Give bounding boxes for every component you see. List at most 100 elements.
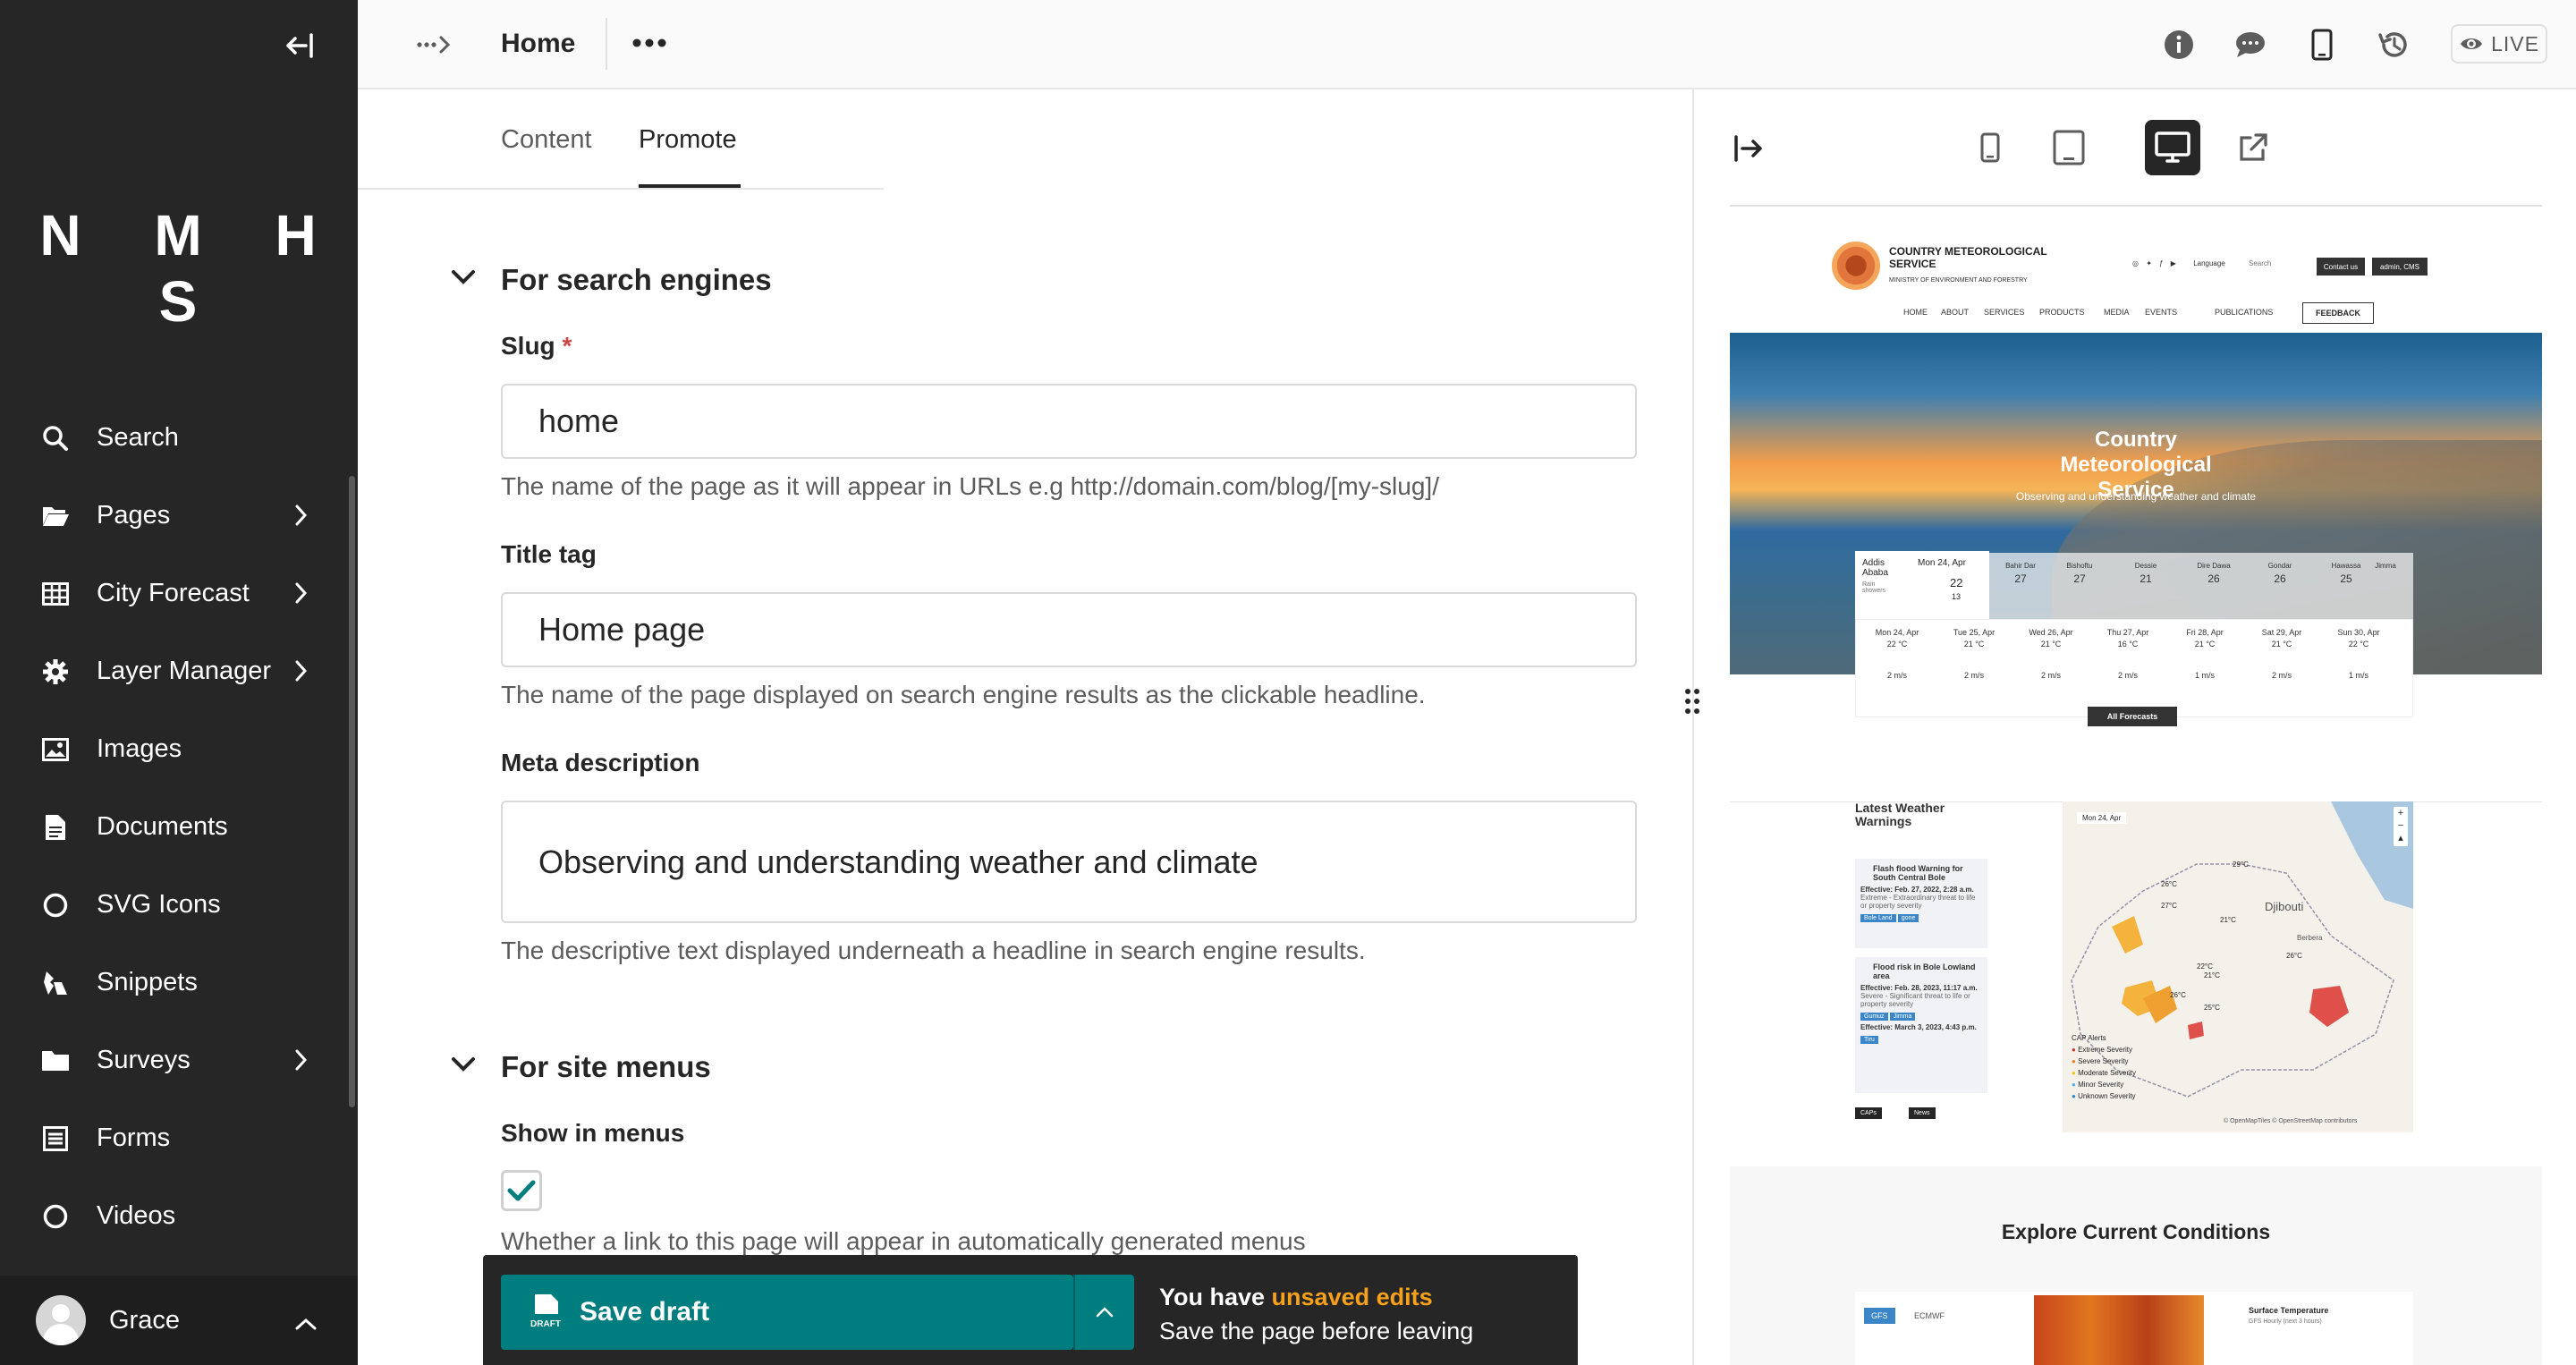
collapse-sidebar-button[interactable] (281, 27, 318, 64)
slug-input[interactable]: home (501, 384, 1637, 459)
explore-right-sub: GFS Hourly (next 3 hours) (2249, 1318, 2322, 1325)
title-tag-input[interactable]: Home page (501, 592, 1637, 667)
form-icon (39, 1123, 72, 1155)
legend-item: Unknown Severity (2078, 1092, 2136, 1100)
day-label: Thu 27, Apr (2106, 628, 2149, 637)
day-temp: 21 °C (2271, 640, 2292, 649)
resize-handle[interactable] (1683, 687, 1701, 720)
preview-tablet-button[interactable] (2041, 120, 2097, 175)
sidebar-item-images[interactable]: Images (0, 710, 358, 788)
section-collapse-toggle[interactable] (451, 1056, 476, 1078)
cap-alerts-legend: CAP Alerts ● Extreme Severity ● Severe S… (2072, 1034, 2136, 1100)
show-in-menus-label: Show in menus (501, 1119, 685, 1147)
section-heading-site-menus[interactable]: For site menus (501, 1050, 711, 1084)
sidebar-menu: Search Pages City Forecast Layer Manager… (0, 399, 358, 1255)
meta-description-help-text: The descriptive text displayed underneat… (501, 937, 1366, 964)
cog-icon (39, 656, 72, 688)
city-temp: 27 (2073, 572, 2086, 585)
sidebar-item-city-forecast[interactable]: City Forecast (0, 555, 358, 632)
meta-description-textarea[interactable]: Observing and understanding weather and … (501, 801, 1637, 923)
sidebar-item-label: Pages (97, 501, 171, 530)
preview-nav-item: PRODUCTS (2039, 308, 2085, 317)
sidebar-item-label: Search (97, 423, 179, 452)
section-collapse-toggle[interactable] (451, 268, 476, 291)
live-label: LIVE (2491, 31, 2539, 55)
breadcrumb-toggle-button[interactable] (415, 27, 454, 67)
live-status-button[interactable]: LIVE (2451, 24, 2547, 64)
sidebar-item-label: Forms (97, 1123, 171, 1152)
more-actions-button[interactable] (630, 27, 669, 64)
header-divider (606, 18, 607, 70)
sidebar-item-label: Images (97, 734, 182, 763)
day-temp: 16 °C (2117, 640, 2139, 649)
sidebar-item-forms[interactable]: Forms (0, 1099, 358, 1177)
page-header: Home LIVE (358, 0, 2576, 89)
chevron-right-icon (295, 1048, 308, 1078)
preview-mobile-button[interactable] (1962, 120, 2018, 175)
preview-map: Mon 24, Apr 29°C 26°C 27°C 21°C 22°C 21°… (2063, 801, 2413, 1132)
search-icon (39, 422, 72, 454)
preview-desktop-button[interactable] (2145, 120, 2200, 175)
mobile-preview-toggle[interactable] (2304, 27, 2340, 63)
map-temp-label: 21°C (2204, 971, 2220, 979)
map-zoom-controls: + − ▴ (2394, 807, 2408, 846)
show-in-menus-checkbox[interactable] (501, 1170, 542, 1211)
map-temp-label: 22°C (2197, 962, 2213, 971)
warning-tag: Tiru (1860, 1036, 1878, 1044)
map-temp-label: 29°C (2233, 861, 2249, 869)
day-temp: 21 °C (1963, 640, 1985, 649)
notice-highlight: unsaved edits (1271, 1284, 1433, 1310)
meta-description-label: Meta description (501, 749, 700, 776)
map-temp-label: 26°C (2170, 991, 2186, 999)
preview-today-card: Addis Ababa Rain showers Mon 24, Apr 22 … (1855, 551, 1989, 619)
sidebar-item-label: SVG Icons (97, 890, 221, 919)
city-name: Dessie (2134, 562, 2157, 570)
warning-effective: Effective: Feb. 27, 2022, 2:28 a.m. (1860, 886, 1974, 894)
open-preview-new-tab-button[interactable] (2225, 120, 2281, 175)
sidebar-item-label: Surveys (97, 1046, 191, 1074)
live-preview-frame[interactable]: COUNTRY METEOROLOGICAL SERVICE MINISTRY … (1730, 234, 2542, 1365)
sidebar-item-snippets[interactable]: Snippets (0, 944, 358, 1022)
city-name: Dire Dawa (2197, 562, 2231, 570)
warning-title: Flood risk in Bole Lowland area (1873, 962, 1976, 980)
history-button[interactable] (2376, 27, 2411, 63)
city-cell: Gondar 26 (2249, 560, 2311, 585)
sidebar-scrollbar[interactable] (349, 476, 355, 1107)
map-temp-label: 27°C (2161, 902, 2177, 910)
today-condition: Rain showers (1862, 581, 1886, 594)
page-title: Home (501, 29, 576, 58)
day-wind: 1 m/s (2194, 671, 2215, 680)
sidebar-item-svg-icons[interactable]: SVG Icons (0, 866, 358, 944)
section-heading-search-engines[interactable]: For search engines (501, 263, 772, 297)
map-temp-label: 26°C (2286, 952, 2302, 960)
folder-icon (39, 1045, 72, 1077)
sidebar-item-surveys[interactable]: Surveys (0, 1022, 358, 1099)
more-save-options-button[interactable] (1073, 1275, 1134, 1350)
account-menu[interactable]: Grace (0, 1276, 358, 1365)
warning-tag: Bole Land (1860, 914, 1896, 922)
close-preview-button[interactable] (1733, 134, 1766, 167)
footer-action-bar: DRAFT Save draft You have unsaved edits … (483, 1255, 1578, 1365)
comments-button[interactable] (2233, 27, 2268, 63)
tab-promote[interactable]: Promote (639, 125, 737, 155)
account-name: Grace (109, 1305, 180, 1335)
sidebar-item-search[interactable]: Search (0, 399, 358, 477)
sidebar-item-pages[interactable]: Pages (0, 477, 358, 555)
social-icons: ◎ ✦ ƒ ▶ (2132, 259, 2179, 267)
info-button[interactable] (2161, 27, 2197, 63)
warning-tag: gone (1897, 914, 1919, 922)
sidebar-item-documents[interactable]: Documents (0, 788, 358, 866)
image-icon (39, 733, 72, 766)
sidebar-item-layer-manager[interactable]: Layer Manager (0, 632, 358, 710)
forecast-day: Sat 29, Apr 21 °C 2 m/s (2242, 627, 2321, 682)
chevron-up-icon (295, 1308, 317, 1337)
collapse-arrow-icon (286, 33, 313, 58)
sidebar-item-videos[interactable]: Videos (0, 1177, 358, 1255)
save-draft-button[interactable]: DRAFT Save draft (501, 1275, 1073, 1350)
site-logo[interactable]: N M H S (0, 202, 358, 335)
day-wind: 2 m/s (1963, 671, 1984, 680)
legend-item: Severe Severity (2078, 1057, 2129, 1065)
preview-nav-item: MEDIA (2104, 308, 2130, 317)
explore-tab-gfs: GFS (1864, 1308, 1895, 1324)
tab-content[interactable]: Content (501, 125, 592, 155)
